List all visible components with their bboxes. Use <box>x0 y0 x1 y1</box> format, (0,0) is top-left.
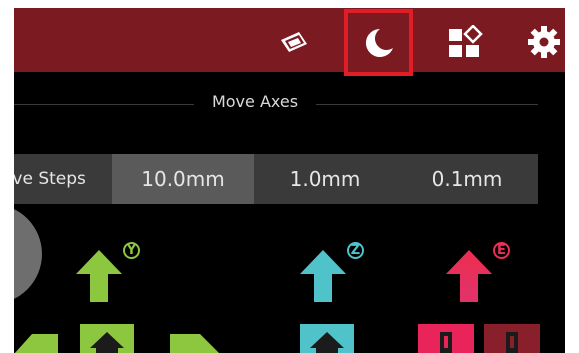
sleep-button[interactable] <box>344 9 413 76</box>
joystick-handle[interactable] <box>14 204 42 304</box>
extruder-load-button[interactable] <box>484 324 540 353</box>
section-header: Move Axes <box>14 88 565 118</box>
e-axis-badge: E <box>493 242 510 259</box>
x-minus-arrow[interactable] <box>14 324 58 353</box>
divider-right <box>316 104 538 105</box>
step-option-1mm[interactable]: 1.0mm <box>254 154 396 204</box>
section-title: Move Axes <box>211 92 299 111</box>
fullscreen-map-icon[interactable] <box>276 28 312 58</box>
x-plus-arrow[interactable] <box>170 324 220 353</box>
y-plus-arrow[interactable] <box>76 250 122 302</box>
y-axis-badge: Y <box>123 242 140 259</box>
z-axis-badge: Z <box>347 242 364 259</box>
divider-left <box>14 104 194 105</box>
step-option-0-1mm[interactable]: 0.1mm <box>396 154 538 204</box>
z-plus-arrow[interactable] <box>300 250 346 302</box>
moon-icon <box>365 28 393 57</box>
move-steps-label: ove Steps <box>14 154 112 204</box>
printer-screen: Move Axes ove Steps 10.0mm 1.0mm 0.1mm Y… <box>14 8 565 353</box>
gear-icon[interactable] <box>526 24 562 60</box>
home-xy-button[interactable] <box>80 324 134 353</box>
step-option-10mm[interactable]: 10.0mm <box>112 154 254 204</box>
widgets-icon[interactable] <box>446 24 484 60</box>
home-z-button[interactable] <box>300 324 354 353</box>
move-steps-selector: ove Steps 10.0mm 1.0mm 0.1mm <box>14 154 565 204</box>
top-bar <box>14 8 565 76</box>
e-plus-arrow[interactable] <box>446 250 492 302</box>
extruder-unload-button[interactable] <box>418 324 474 353</box>
